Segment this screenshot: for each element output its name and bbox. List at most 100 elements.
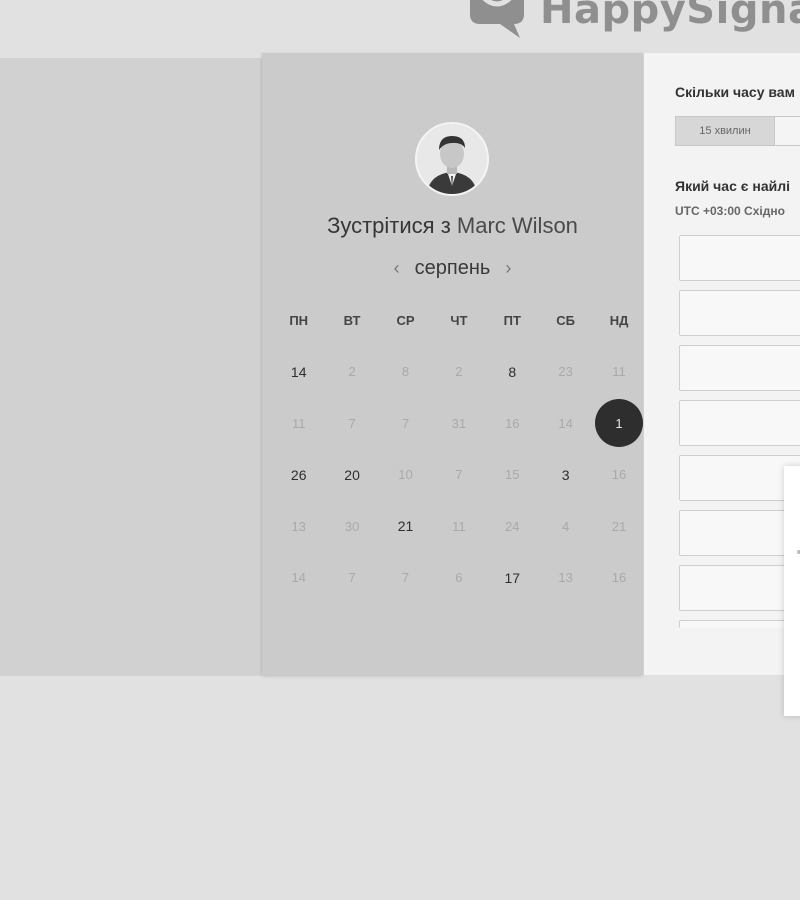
calendar-day: 24	[486, 501, 539, 553]
calendar-day[interactable]: 20	[325, 449, 378, 501]
brand-name: HappySignal	[540, 0, 800, 33]
time-slot-button[interactable]	[679, 510, 800, 556]
calendar-day-number: 2	[455, 364, 463, 380]
calendar-day: 2	[432, 346, 485, 398]
time-slot-button[interactable]	[679, 455, 800, 501]
time-question: Який час є найлі	[675, 178, 791, 194]
calendar-day[interactable]: 3	[539, 449, 592, 501]
speech-bubble-icon	[462, 0, 532, 42]
calendar-day-number: 14	[291, 570, 306, 586]
duration-selector: 15 хвилин	[675, 116, 800, 146]
person-avatar-icon	[417, 124, 487, 194]
weekday-header: ПН ВТ СР ЧТ ПТ СБ НД	[272, 313, 646, 328]
calendar-day-number: 13	[558, 570, 573, 586]
calendar-day: 6	[432, 552, 485, 604]
calendar-day-number: 17	[504, 569, 521, 586]
time-slot-button[interactable]	[679, 345, 800, 391]
calendar-day-number: 13	[291, 518, 306, 534]
calendar-day-number: 16	[611, 570, 627, 586]
calendar-day[interactable]: 14	[272, 346, 325, 398]
avatar	[415, 122, 489, 196]
calendar-day: 7	[325, 552, 378, 604]
calendar-day-number: 7	[348, 415, 356, 431]
time-slot-button[interactable]	[679, 400, 800, 446]
calendar-day: 23	[539, 346, 592, 398]
calendar-card: Зустрітися з Marc Wilson ‹ серпень › ПН …	[262, 53, 646, 675]
time-slot-button[interactable]	[679, 235, 800, 281]
calendar-day-number: 26	[290, 466, 307, 483]
calendar-day-number: 16	[505, 415, 520, 431]
time-slot-button[interactable]	[679, 290, 800, 336]
chevron-right-icon[interactable]: ›	[490, 258, 526, 279]
calendar-day-number: 8	[508, 363, 517, 380]
calendar-day: 13	[539, 552, 592, 604]
time-selection-panel: Скільки часу вам 15 хвилин Який час є на…	[644, 53, 800, 675]
calendar-day: 11	[592, 346, 645, 398]
calendar-day-number: 7	[401, 415, 410, 431]
calendar-day-number: 21	[397, 518, 414, 535]
calendar-day-number: 14	[290, 363, 307, 380]
calendar-day: 7	[379, 398, 432, 450]
weekday-label: СР	[396, 313, 415, 328]
duration-question: Скільки часу вам	[675, 84, 795, 100]
calendar-day: 14	[539, 398, 592, 450]
calendar-day-number: 20	[344, 466, 360, 483]
calendar-day: 2	[325, 346, 378, 398]
month-label: серпень	[414, 257, 491, 279]
time-slot-button[interactable]	[679, 620, 800, 628]
calendar-day-number: 10	[398, 467, 413, 483]
calendar-day-number: 7	[348, 570, 356, 586]
time-slot-button[interactable]	[679, 565, 800, 611]
calendar-day-number: 3	[561, 466, 570, 483]
calendar-day[interactable]: 26	[272, 449, 325, 501]
calendar-day-number: 15	[505, 467, 520, 483]
calendar-day: 8	[379, 346, 432, 398]
chevron-left-icon[interactable]: ‹	[379, 258, 415, 279]
duration-option-15[interactable]: 15 хвилин	[676, 117, 775, 145]
calendar-day[interactable]: 17	[486, 552, 539, 604]
calendar-grid: 14 2 8 2 8 23 11 11 7 7 31 16 14 1 26 20 10 7 15 3 16 13 30 21 1…	[272, 346, 646, 604]
calendar-day[interactable]: 8	[486, 346, 539, 398]
calendar-day: 30	[325, 501, 378, 553]
calendar-day: 10	[379, 449, 432, 501]
calendar-day: 16	[486, 398, 539, 450]
calendar-day-selected[interactable]: 1	[592, 398, 645, 450]
brand-logo: HappySignal	[462, 0, 800, 42]
calendar-day-number: 23	[558, 364, 573, 380]
weekday-label: ЧТ	[450, 313, 468, 328]
dropdown-popup	[784, 466, 800, 716]
calendar-day: 4	[539, 501, 592, 553]
calendar-day-number: 7	[455, 467, 463, 483]
calendar-day: 13	[272, 501, 325, 553]
calendar-day: 16	[592, 552, 645, 604]
calendar-day: 31	[432, 398, 485, 450]
calendar-day: 7	[325, 398, 378, 450]
calendar-day-number: 30	[344, 518, 360, 534]
calendar-day-number: 11	[291, 415, 306, 431]
host-name: Marc Wilson	[456, 213, 578, 238]
timezone-label[interactable]: UTC +03:00 Східно	[675, 204, 785, 218]
calendar-day-number: 4	[562, 518, 570, 534]
calendar-day: 21	[592, 501, 645, 553]
calendar-day-number: 14	[558, 415, 573, 431]
calendar-day[interactable]: 21	[379, 501, 432, 553]
calendar-day: 11	[272, 398, 325, 450]
weekday-label: НД	[609, 313, 629, 328]
calendar-day-number: 16	[611, 467, 627, 483]
calendar-day-number: 1	[595, 399, 644, 448]
duration-option-2[interactable]	[775, 117, 800, 145]
left-panel	[0, 58, 262, 676]
weekday-label: ПН	[289, 313, 309, 328]
meeting-title-prefix: Зустрітися з	[327, 213, 451, 238]
calendar-day-number: 11	[612, 364, 626, 380]
time-slot-list	[679, 235, 800, 628]
month-navigation: ‹ серпень ›	[262, 257, 643, 280]
calendar-day-number: 2	[348, 364, 356, 380]
calendar-day-number: 31	[451, 415, 467, 431]
calendar-day: 15	[486, 449, 539, 501]
calendar-day: 14	[272, 552, 325, 604]
meeting-title: Зустрітися з Marc Wilson	[262, 213, 643, 239]
calendar-day-number: 6	[455, 570, 463, 586]
weekday-label: СБ	[556, 313, 576, 328]
calendar-day-number: 8	[401, 364, 410, 380]
